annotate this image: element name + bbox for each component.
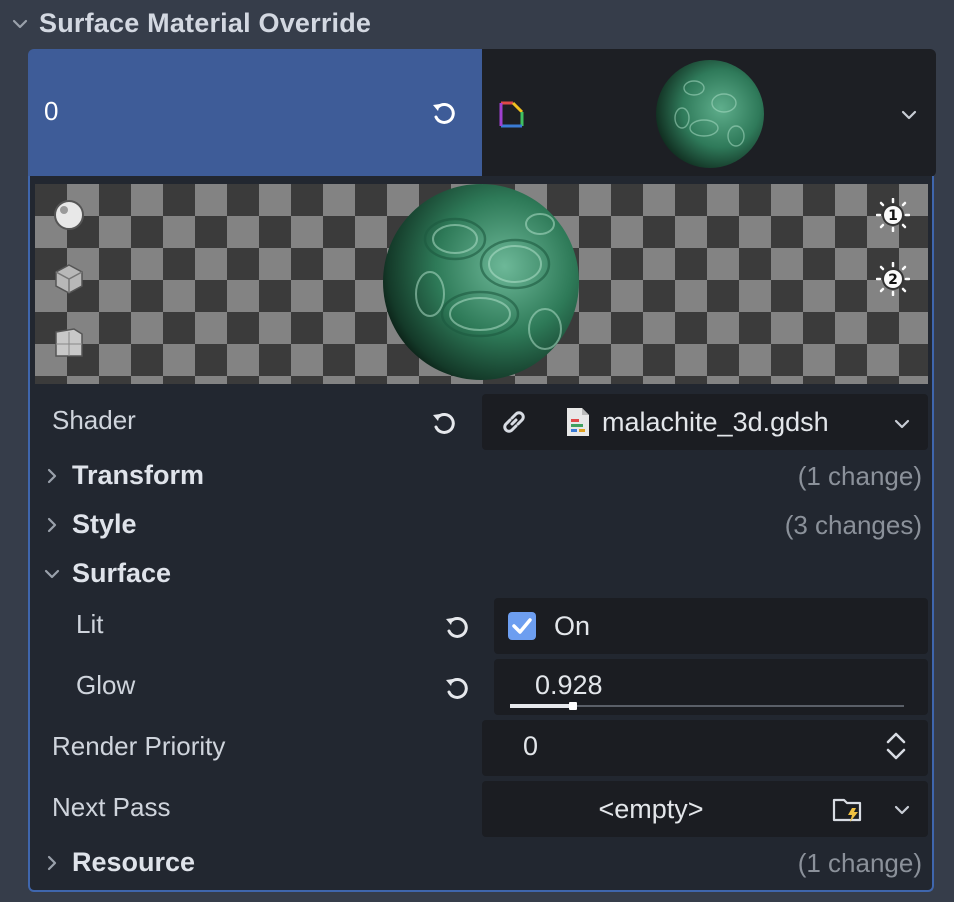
sphere-icon[interactable]	[52, 198, 86, 232]
chevron-down-icon	[12, 19, 28, 29]
chevron-right-icon[interactable]	[42, 853, 62, 873]
lit-label: Lit	[76, 609, 104, 639]
revert-icon[interactable]	[429, 408, 459, 438]
render-priority-spinbox[interactable]	[482, 720, 928, 776]
slot-index: 0	[44, 96, 59, 126]
glow-slider-grabber[interactable]	[569, 702, 577, 710]
group-label: Surface	[72, 558, 172, 588]
glow-value: 0.928	[535, 670, 603, 700]
shader-label: Shader	[52, 405, 136, 435]
shader-material-icon	[499, 101, 524, 128]
svg-text:1: 1	[888, 208, 898, 224]
chevron-down-icon[interactable]	[892, 414, 912, 434]
group-label: Resource	[72, 847, 196, 877]
revert-icon[interactable]	[429, 98, 459, 128]
glow-label: Glow	[76, 670, 136, 700]
plane-icon[interactable]	[52, 326, 86, 360]
cube-icon[interactable]	[52, 262, 86, 296]
material-resource-picker[interactable]	[482, 49, 936, 177]
change-count: (1 change)	[797, 461, 922, 491]
section-header[interactable]: Surface Material Override	[0, 0, 954, 50]
next-pass-value: <empty>	[598, 794, 704, 824]
revert-icon[interactable]	[442, 673, 472, 703]
chevron-down-icon[interactable]	[42, 564, 62, 584]
chevron-down-icon[interactable]	[892, 800, 912, 820]
load-folder-icon[interactable]	[832, 794, 864, 824]
svg-text:2: 2	[888, 272, 898, 288]
chevron-down-icon[interactable]	[899, 105, 919, 125]
glow-slider-fill	[510, 704, 573, 708]
chevron-right-icon[interactable]	[42, 466, 62, 486]
render-priority-value: 0	[523, 731, 539, 761]
slot-index-cell[interactable]	[28, 49, 482, 177]
material-preview	[35, 184, 928, 384]
group-label: Style	[72, 509, 137, 539]
spin-arrows-icon[interactable]	[885, 731, 907, 761]
preview-sphere	[383, 184, 579, 380]
chevron-right-icon[interactable]	[42, 515, 62, 535]
shader-file-icon	[567, 408, 589, 436]
link-icon[interactable]	[498, 406, 530, 438]
change-count: (1 change)	[797, 848, 922, 878]
group-label: Transform	[72, 460, 205, 490]
next-pass-label: Next Pass	[52, 792, 171, 822]
section-title: Surface Material Override	[39, 8, 372, 38]
light1-icon[interactable]: 1	[876, 198, 910, 232]
checkbox-checked-icon[interactable]	[507, 611, 537, 641]
render-priority-label: Render Priority	[52, 731, 226, 761]
material-thumbnail	[656, 60, 764, 168]
group-surface[interactable]	[40, 556, 928, 594]
shader-file-name: malachite_3d.gdsh	[602, 407, 829, 437]
lit-value: On	[554, 611, 591, 641]
light2-icon[interactable]: 2	[876, 262, 910, 296]
change-count: (3 changes)	[784, 510, 922, 540]
revert-icon[interactable]	[442, 612, 472, 642]
